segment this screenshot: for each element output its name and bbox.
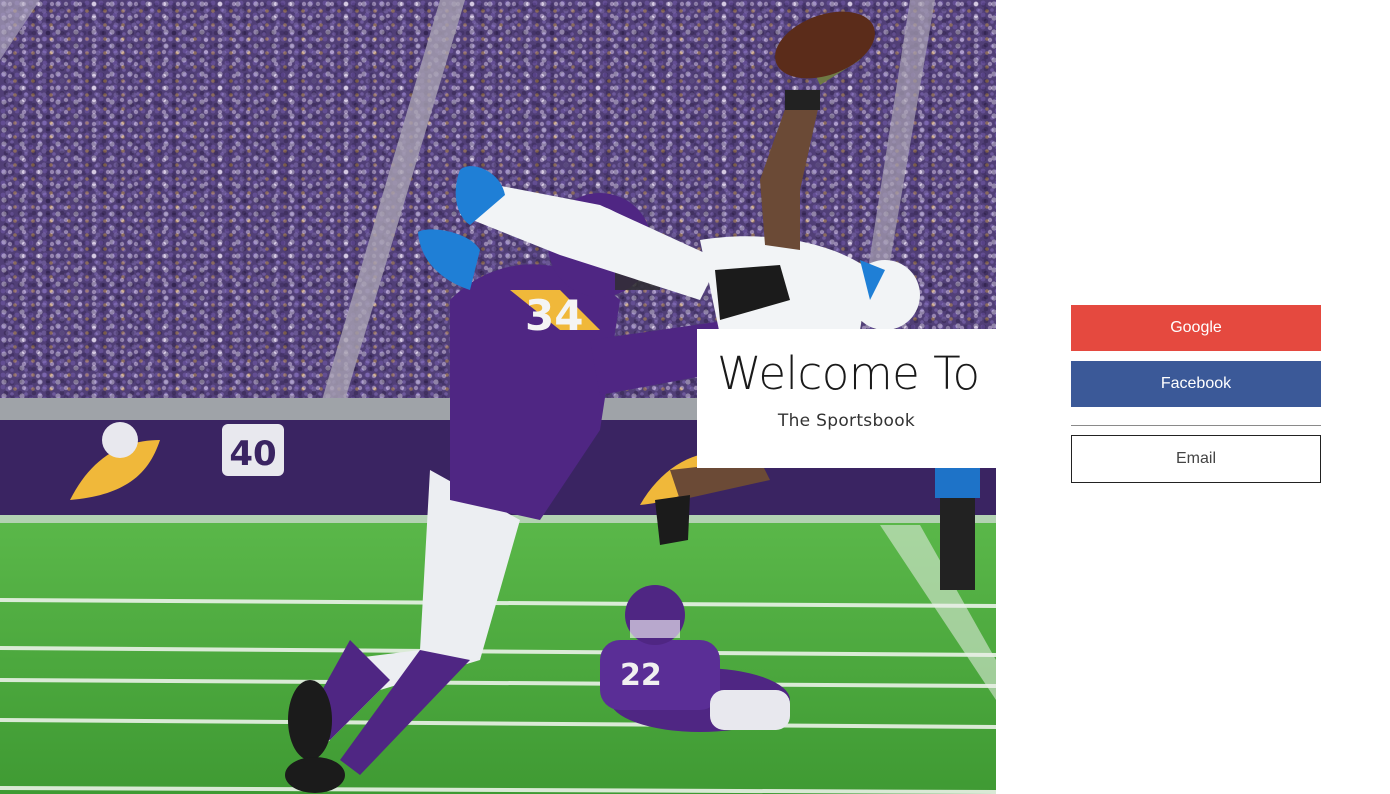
email-login-button[interactable]: Email [1071, 435, 1321, 483]
divider [1071, 425, 1321, 426]
login-panel: Google Facebook Email [1071, 305, 1321, 483]
welcome-title: Welcome To [717, 347, 980, 400]
login-page: 40 22 34 Welcome To The Sportsbook Googl… [0, 0, 1390, 794]
welcome-card: Welcome To The Sportsbook [697, 329, 996, 468]
svg-text:22: 22 [620, 658, 662, 693]
svg-text:34: 34 [525, 291, 583, 340]
facebook-login-button[interactable]: Facebook [1071, 361, 1321, 407]
google-login-button[interactable]: Google [1071, 305, 1321, 351]
svg-text:40: 40 [229, 434, 276, 474]
welcome-subtitle: The Sportsbook [777, 411, 916, 431]
